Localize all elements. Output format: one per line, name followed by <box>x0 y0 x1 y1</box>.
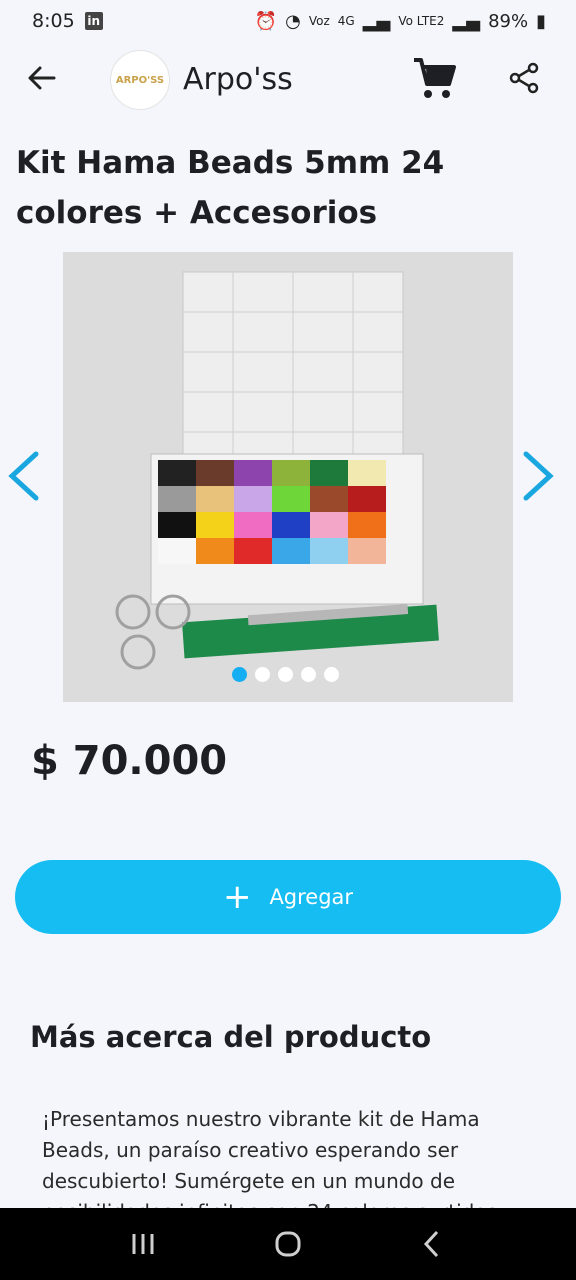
recent-apps-icon[interactable] <box>123 1224 163 1264</box>
add-button-label: Agregar <box>269 885 354 909</box>
share-icon[interactable] <box>508 62 540 94</box>
status-bar: 8:05 in ⏰ ◔ Voz 4G ▂▄ Vo LTE2 ▂▄ 89% ▮ <box>0 0 576 42</box>
add-to-cart-button[interactable]: + Agregar <box>15 860 561 934</box>
wifi-icon: ◔ <box>285 10 301 32</box>
pagination-dot[interactable] <box>324 667 339 682</box>
back-icon[interactable] <box>413 1224 453 1264</box>
system-nav-bar <box>0 1208 576 1280</box>
signal-icon-2: ▂▄ <box>452 10 481 32</box>
battery-percent: 89% <box>488 10 529 32</box>
section-title: Más acerca del producto <box>30 1020 432 1054</box>
product-title: Kit Hama Beads 5mm 24 colores + Accesori… <box>16 145 445 231</box>
home-icon[interactable] <box>268 1224 308 1264</box>
cart-icon[interactable] <box>410 54 458 102</box>
status-time: 8:05 <box>32 10 75 32</box>
signal-icon: ▂▄ <box>362 10 391 32</box>
alarm-icon: ⏰ <box>254 10 278 32</box>
network-lte-label: Vo LTE2 <box>398 14 445 28</box>
network-4g-label: 4G <box>337 14 355 28</box>
pagination-dot[interactable] <box>278 667 293 682</box>
brand-name[interactable]: Arpo'ss <box>183 62 293 97</box>
image-pagination <box>232 667 339 682</box>
brand-logo[interactable]: ARPO'SS <box>110 50 170 110</box>
product-price: $ 70.000 <box>31 738 228 784</box>
battery-icon: ▮ <box>536 10 546 32</box>
app-header: ARPO'SS Arpo'ss <box>0 42 576 118</box>
plus-icon: + <box>222 877 252 917</box>
network-vo-label: Voz <box>308 14 330 28</box>
chevron-left-icon[interactable] <box>6 450 42 502</box>
linkedin-app-icon: in <box>84 12 103 30</box>
pagination-dot[interactable] <box>232 667 247 682</box>
product-photo <box>63 252 513 702</box>
pagination-dot[interactable] <box>301 667 316 682</box>
chevron-right-icon[interactable] <box>520 450 556 502</box>
back-arrow-icon[interactable] <box>26 62 58 94</box>
pagination-dot[interactable] <box>255 667 270 682</box>
product-image[interactable] <box>63 252 513 702</box>
